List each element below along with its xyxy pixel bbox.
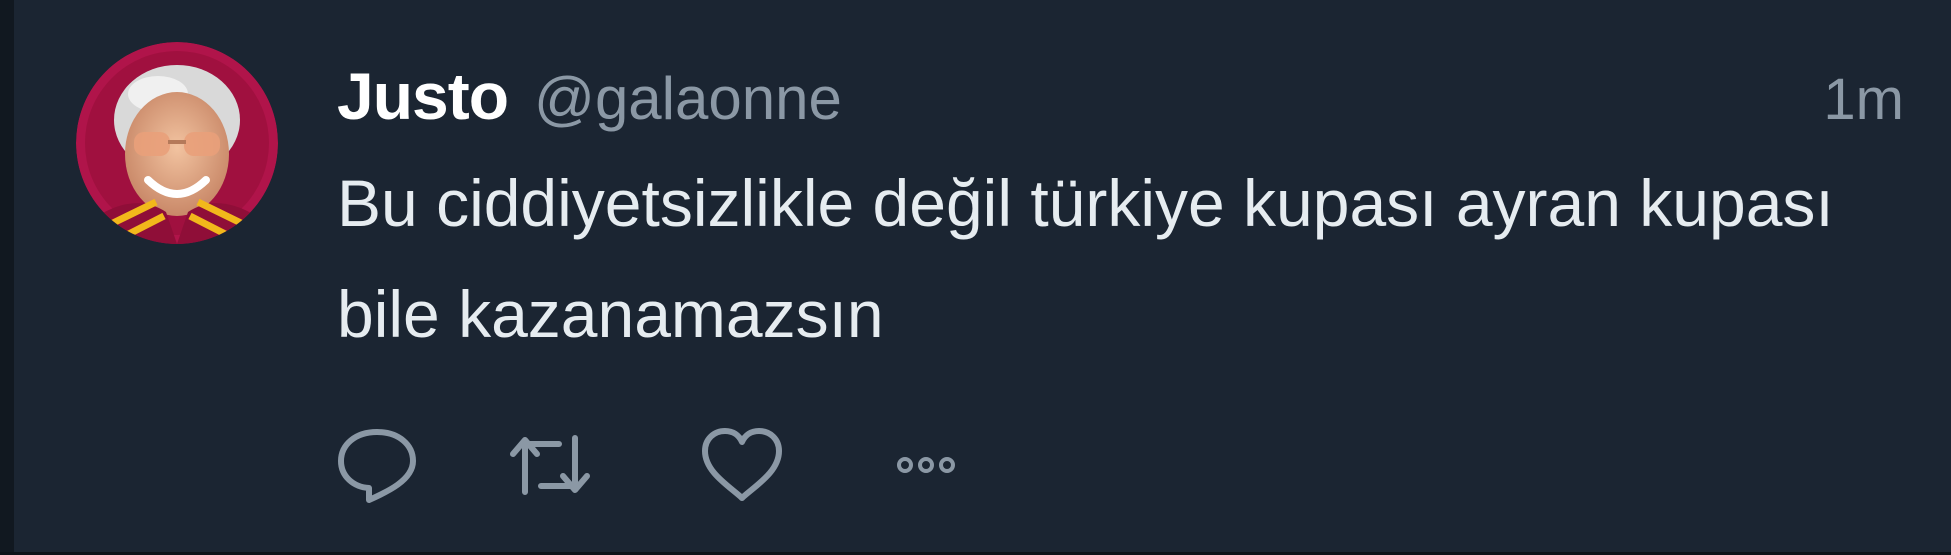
user-avatar-icon — [76, 42, 278, 244]
tweet[interactable]: Justo @galaonne 1m Bu ciddiyetsizlikle d… — [0, 0, 1951, 552]
avatar[interactable] — [76, 42, 278, 244]
reply-button[interactable] — [329, 420, 425, 510]
more-icon — [897, 457, 955, 473]
tweet-header: Justo @galaonne — [337, 58, 842, 138]
display-name[interactable]: Justo — [337, 58, 509, 134]
more-button[interactable] — [878, 420, 974, 510]
tweet-timestamp[interactable]: 1m — [1823, 66, 1904, 133]
like-icon — [702, 428, 782, 501]
retweet-button[interactable] — [502, 420, 598, 510]
retweet-icon — [510, 435, 590, 495]
tweet-text: Bu ciddiyetsizlikle değil türkiye kupası… — [337, 166, 1834, 351]
user-handle[interactable]: @galaonne — [534, 64, 842, 133]
reply-icon — [338, 429, 416, 503]
like-button[interactable] — [694, 420, 790, 510]
